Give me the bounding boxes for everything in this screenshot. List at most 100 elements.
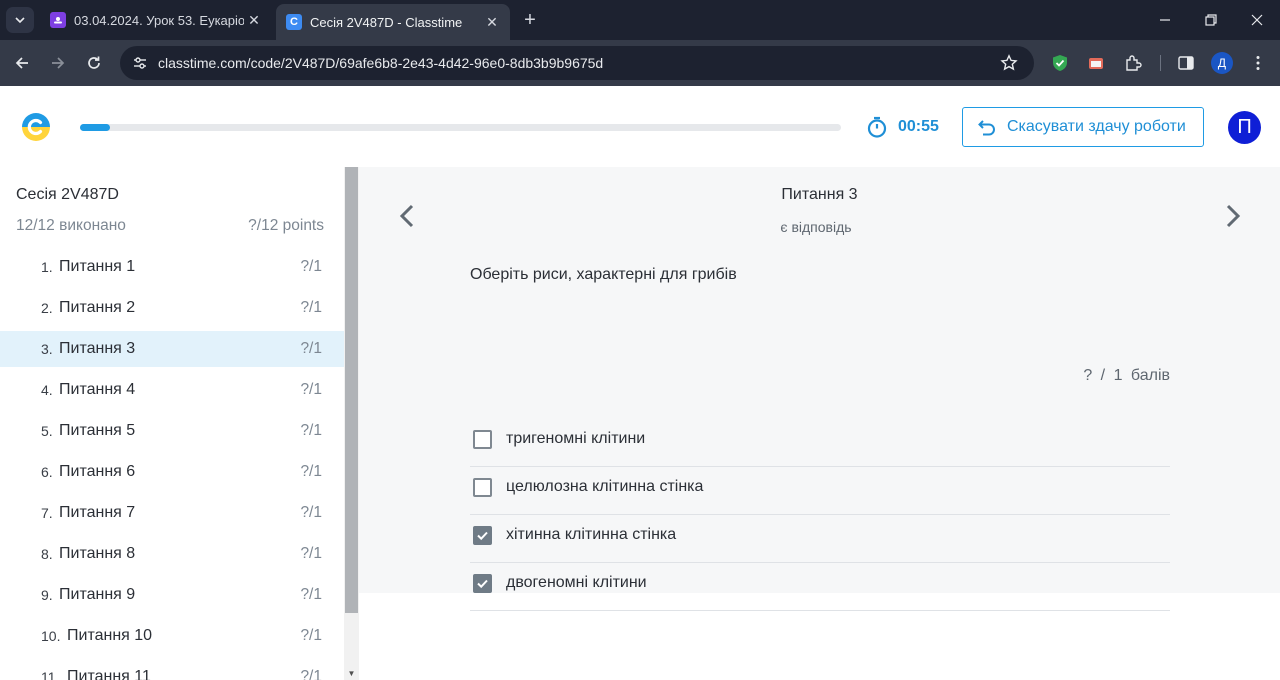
sidebar-question-item[interactable]: 5. Питання 5 ?/1 [0,410,344,451]
timer-value: 00:55 [898,118,939,135]
cancel-submission-label: Скасувати здачу роботи [1007,118,1186,135]
chevron-right-icon [1226,204,1241,228]
question-score: ?/1 [300,585,322,603]
arrow-right-icon [52,57,65,69]
user-avatar[interactable]: П [1228,111,1261,144]
sidebar-question-item[interactable]: 1. Питання 1 ?/1 [0,246,344,287]
answer-checkbox[interactable] [473,574,492,593]
sidebar-question-item[interactable]: 6. Питання 6 ?/1 [0,451,344,492]
back-button[interactable] [8,49,36,77]
answer-option[interactable]: тригеномні клітини [470,419,1170,467]
sidebar-question-item[interactable]: 4. Питання 4 ?/1 [0,369,344,410]
question-text: Оберіть риси, характерні для грибів [470,266,737,283]
session-title: Сесія 2V487D [16,186,119,203]
question-score: ?/1 [300,340,322,357]
question-number: 4. [41,381,53,398]
scroll-down-arrow[interactable]: ▼ [344,668,359,678]
sidebar-question-item[interactable]: 2. Питання 2 ?/1 [0,287,344,328]
adblock-shield-icon[interactable] [1049,52,1071,74]
question-label: Питання 1 [59,257,136,275]
forward-button[interactable] [44,49,72,77]
session-progress-bar [80,124,841,131]
question-label: Питання 11 [67,667,151,680]
answer-option-text: тригеномні клітини [506,430,646,447]
question-number: 10. [41,627,61,644]
question-score: ?/1 [300,421,322,439]
more-menu-icon[interactable] [1247,52,1269,74]
browser-tabstrip: 03.04.2024. Урок 53. Еукаріоти ✕ C Сесія… [0,0,1280,40]
question-number: 1. [41,258,53,275]
question-score: ?/1 [300,462,322,480]
cancel-submission-button[interactable]: Скасувати здачу роботи [962,107,1204,147]
extension-icon[interactable] [1085,52,1107,74]
question-label: Питання 5 [59,421,136,439]
question-number: 8. [41,545,53,562]
side-panel-icon[interactable] [1175,52,1197,74]
question-number: 2. [41,299,53,316]
checkmark-icon [477,531,488,541]
google-classroom-icon [50,12,66,28]
new-tab-button[interactable]: + [518,8,542,32]
arrow-left-icon [15,57,28,69]
bookmark-star-icon[interactable] [998,52,1020,74]
close-tab-icon[interactable]: ✕ [244,10,264,30]
question-label: Питання 7 [59,503,136,521]
reload-button[interactable] [80,49,108,77]
reload-icon [88,56,100,69]
question-score: ?/1 [300,667,322,680]
browser-tab-classtime[interactable]: C Сесія 2V487D - Classtime ✕ [276,4,510,40]
answer-option[interactable]: целюлозна клітинна стінка [470,467,1170,515]
question-label: Питання 4 [59,380,136,398]
restore-button[interactable] [1188,0,1234,40]
address-bar[interactable]: classtime.com/code/2V487D/69afe6b8-2e43-… [120,46,1034,80]
question-number: 3. [41,341,53,357]
question-label: Питання 2 [59,298,136,316]
question-number: 9. [41,586,53,603]
sidebar-question-item[interactable]: 3. Питання 3 ?/1 [0,331,344,367]
answer-checkbox[interactable] [473,430,492,449]
browser-profile-avatar[interactable]: Д [1211,52,1233,74]
url-text[interactable]: classtime.com/code/2V487D/69afe6b8-2e43-… [158,55,603,71]
completion-count: 12/12 виконано [16,217,126,234]
next-question-button[interactable] [1223,203,1243,229]
answer-checkbox[interactable] [473,526,492,545]
answer-option[interactable]: хітинна клітинна стінка [470,515,1170,563]
answer-checkbox[interactable] [473,478,492,497]
close-window-button[interactable] [1234,0,1280,40]
sidebar-scrollbar[interactable]: ▼ [344,167,359,680]
classtime-logo-icon[interactable] [21,112,51,142]
question-score: ?/1 [300,503,322,521]
close-tab-icon[interactable]: ✕ [482,12,502,32]
sidebar-question-item[interactable]: 10. Питання 10 ?/1 [0,615,344,656]
tab-title: Сесія 2V487D - Classtime [310,14,463,30]
tab-search-button[interactable] [6,7,34,33]
question-label: Питання 9 [59,585,136,603]
sidebar-question-item[interactable]: 7. Питання 7 ?/1 [0,492,344,533]
browser-tab-classroom[interactable]: 03.04.2024. Урок 53. Еукаріоти ✕ [40,4,272,36]
sidebar-question-item[interactable]: 9. Питання 9 ?/1 [0,574,344,615]
question-number: 6. [41,463,53,480]
question-score: ?/1 [300,380,322,398]
sidebar-question-item[interactable]: 8. Питання 8 ?/1 [0,533,344,574]
answer-option-text: хітинна клітинна стінка [506,526,677,543]
question-score: ?/1 [300,544,322,562]
stopwatch-icon [866,116,888,138]
question-points: ? / 1 балів [1083,367,1170,384]
answer-option[interactable]: двогеномні клітини [470,563,1170,611]
classtime-icon: C [286,14,302,30]
restore-icon [1205,14,1217,26]
question-panel: Питання 3 є відповідь Оберіть риси, хара… [359,167,1280,611]
minimize-button[interactable] [1142,0,1188,40]
question-number: 11. [41,668,60,680]
site-settings-icon[interactable] [128,51,152,75]
scrollbar-thumb[interactable] [345,167,358,613]
question-status: є відповідь [780,219,852,235]
question-score: ?/1 [300,626,322,644]
question-title: Питання 3 [781,186,858,203]
questions-sidebar: Сесія 2V487D 12/12 виконано ?/12 points … [0,167,344,680]
extensions-puzzle-icon[interactable] [1122,52,1144,74]
sidebar-question-item[interactable]: 11. Питання 11 ?/1 [0,656,344,680]
undo-icon [977,117,997,137]
session-points: ?/12 points [248,217,324,234]
close-icon [1251,14,1263,26]
